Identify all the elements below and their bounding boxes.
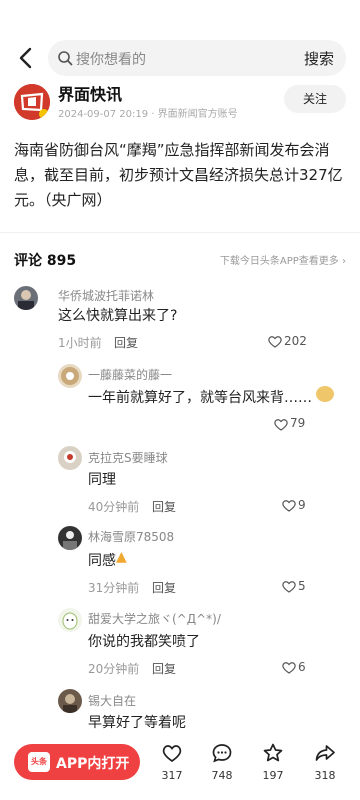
comment-text: 同理: [88, 472, 116, 488]
search-bar[interactable]: 搜你想看的 搜索: [48, 40, 346, 76]
divider: [0, 232, 360, 233]
comment-time: 20分钟前: [88, 662, 140, 676]
comment-username[interactable]: 锡大自在: [88, 692, 136, 709]
heart-icon: [162, 745, 182, 763]
like-count: 6: [298, 660, 306, 674]
user-avatar[interactable]: [58, 526, 82, 550]
like-count: 9: [298, 498, 306, 512]
like-heart-icon[interactable]: [274, 418, 288, 431]
comment-time: 31分钟前: [88, 581, 140, 595]
user-avatar[interactable]: [58, 364, 82, 388]
user-avatar[interactable]: [58, 446, 82, 470]
comment-total: 748: [211, 769, 233, 782]
search-button[interactable]: 搜索: [304, 48, 334, 69]
download-app-link[interactable]: 下载今日头条APP查看更多 ›: [220, 252, 346, 267]
follow-button[interactable]: 关注: [284, 85, 346, 113]
article-text: 海南省防御台风“摩羯”应急指挥部新闻发布会消息，截至目前，初步预计文昌经济损失总…: [14, 141, 343, 209]
author-row: 界面快讯 2024-09-07 20:19 · 界面新闻官方账号 关注: [0, 80, 360, 124]
like-count: 5: [298, 579, 306, 593]
back-arrow-icon[interactable]: [14, 44, 38, 72]
comment-username[interactable]: 甜爱大学之旅ヾ(^Д^*)/: [88, 610, 221, 627]
like-action[interactable]: 317: [154, 742, 190, 786]
bottom-action-bar: 头条 APP内打开 317 748 197 318: [0, 738, 360, 790]
comment-username[interactable]: 华侨城波托菲诺林: [58, 287, 154, 304]
like-count: 202: [284, 334, 307, 348]
comment-username[interactable]: 克拉克S要睡球: [88, 449, 168, 466]
top-bar: 搜你想看的 搜索: [0, 38, 360, 78]
comments-title: 评论 895: [14, 253, 77, 269]
reply-button[interactable]: 回复: [152, 498, 176, 515]
comment-action[interactable]: 748: [204, 742, 240, 786]
comment-text: 你说的我都笑喷了: [88, 634, 200, 650]
doge-emoji-icon: [316, 386, 334, 402]
author-meta: 2024-09-07 20:19 · 界面新闻官方账号: [58, 109, 238, 120]
comment-time: 1小时前: [58, 336, 102, 350]
comments-header: 评论 895 下载今日头条APP查看更多 ›: [14, 250, 346, 269]
author-name[interactable]: 界面快讯: [58, 81, 122, 105]
reply-button[interactable]: 回复: [152, 660, 176, 677]
author-avatar[interactable]: [14, 84, 50, 120]
user-avatar[interactable]: [58, 608, 82, 632]
comment-text: 一年前就算好了，就等台风来背……: [88, 390, 312, 406]
search-icon: [58, 51, 73, 66]
favorite-action[interactable]: 197: [255, 742, 291, 786]
like-heart-icon[interactable]: [282, 661, 296, 674]
star-icon: [263, 743, 283, 762]
home-indicator: [0, 790, 360, 800]
share-total: 318: [314, 769, 336, 782]
comment-time: 40分钟前: [88, 500, 140, 514]
thumbs-up-emoji-icon: ▲: [116, 549, 127, 565]
like-heart-icon[interactable]: [282, 499, 296, 512]
open-in-app-label: APP内打开: [56, 756, 130, 772]
open-in-app-button[interactable]: 头条 APP内打开: [14, 744, 140, 780]
reply-button[interactable]: 回复: [152, 579, 176, 596]
user-avatar[interactable]: [14, 286, 38, 310]
like-heart-icon[interactable]: [282, 580, 296, 593]
comment-username[interactable]: 林海雪原78508: [88, 528, 174, 545]
like-total: 317: [161, 769, 183, 782]
comment-text: 这么快就算出来了?: [58, 308, 178, 324]
share-action[interactable]: 318: [307, 742, 343, 786]
comment-text: 同感: [88, 553, 116, 569]
share-arrow-icon: [315, 745, 335, 761]
search-input[interactable]: 搜你想看的: [76, 49, 146, 69]
favorite-total: 197: [262, 769, 284, 782]
user-avatar[interactable]: [58, 689, 82, 713]
comment-bubble-icon: [212, 744, 232, 763]
comment-username[interactable]: 一藤藤菜的藤一: [88, 366, 172, 383]
like-heart-icon[interactable]: [268, 335, 282, 348]
comment-text: 早算好了等着呢: [88, 715, 186, 731]
reply-button[interactable]: 回复: [114, 334, 138, 351]
toutiao-logo-icon: 头条: [28, 752, 50, 772]
jiemian-logo-icon: [14, 84, 50, 120]
like-count: 79: [290, 416, 306, 430]
